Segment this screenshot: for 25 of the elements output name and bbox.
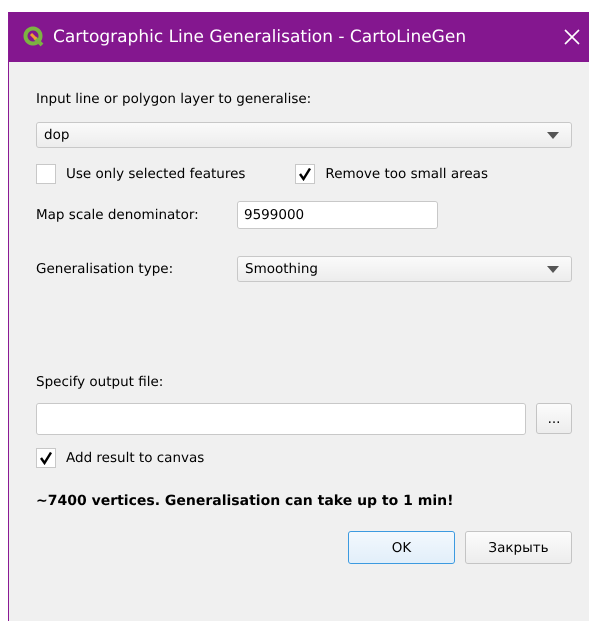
checkbox[interactable] [36, 164, 56, 184]
checkbox-label: Use only selected features [66, 166, 246, 182]
app-logo-icon [23, 26, 45, 48]
checkbox[interactable] [295, 164, 316, 184]
checkbox-label: Add result to canvas [66, 450, 204, 466]
caret-icon [547, 266, 559, 272]
dialog-button[interactable]: Закрыть [465, 531, 572, 564]
input-field[interactable] [36, 403, 526, 435]
warning-message: ~7400 vertices. Generalisation can take up to 1 min! [36, 493, 454, 509]
field-label: Specify output file: [36, 374, 164, 392]
checkbox-label: Remove too small areas [325, 166, 488, 182]
dialog-button[interactable]: OK [348, 531, 455, 564]
dropdown-value: dop [44, 127, 70, 143]
window-title: Cartographic Line Generalisation - CartoLineGen [53, 27, 468, 47]
field-label: Map scale denominator: [36, 207, 200, 223]
dropdown[interactable]: Smoothing [237, 256, 572, 282]
caret-icon [547, 132, 559, 138]
checkbox[interactable] [36, 448, 56, 468]
close-icon[interactable] [564, 29, 580, 45]
field-label: Generalisation type: [36, 261, 174, 277]
dropdown-value: Smoothing [245, 261, 318, 277]
browse-button[interactable]: ... [536, 403, 572, 434]
input-field[interactable]: 9599000 [237, 201, 438, 229]
field-label: Input line or polygon layer to generalise: [36, 91, 312, 109]
dropdown[interactable]: dop [36, 122, 572, 148]
